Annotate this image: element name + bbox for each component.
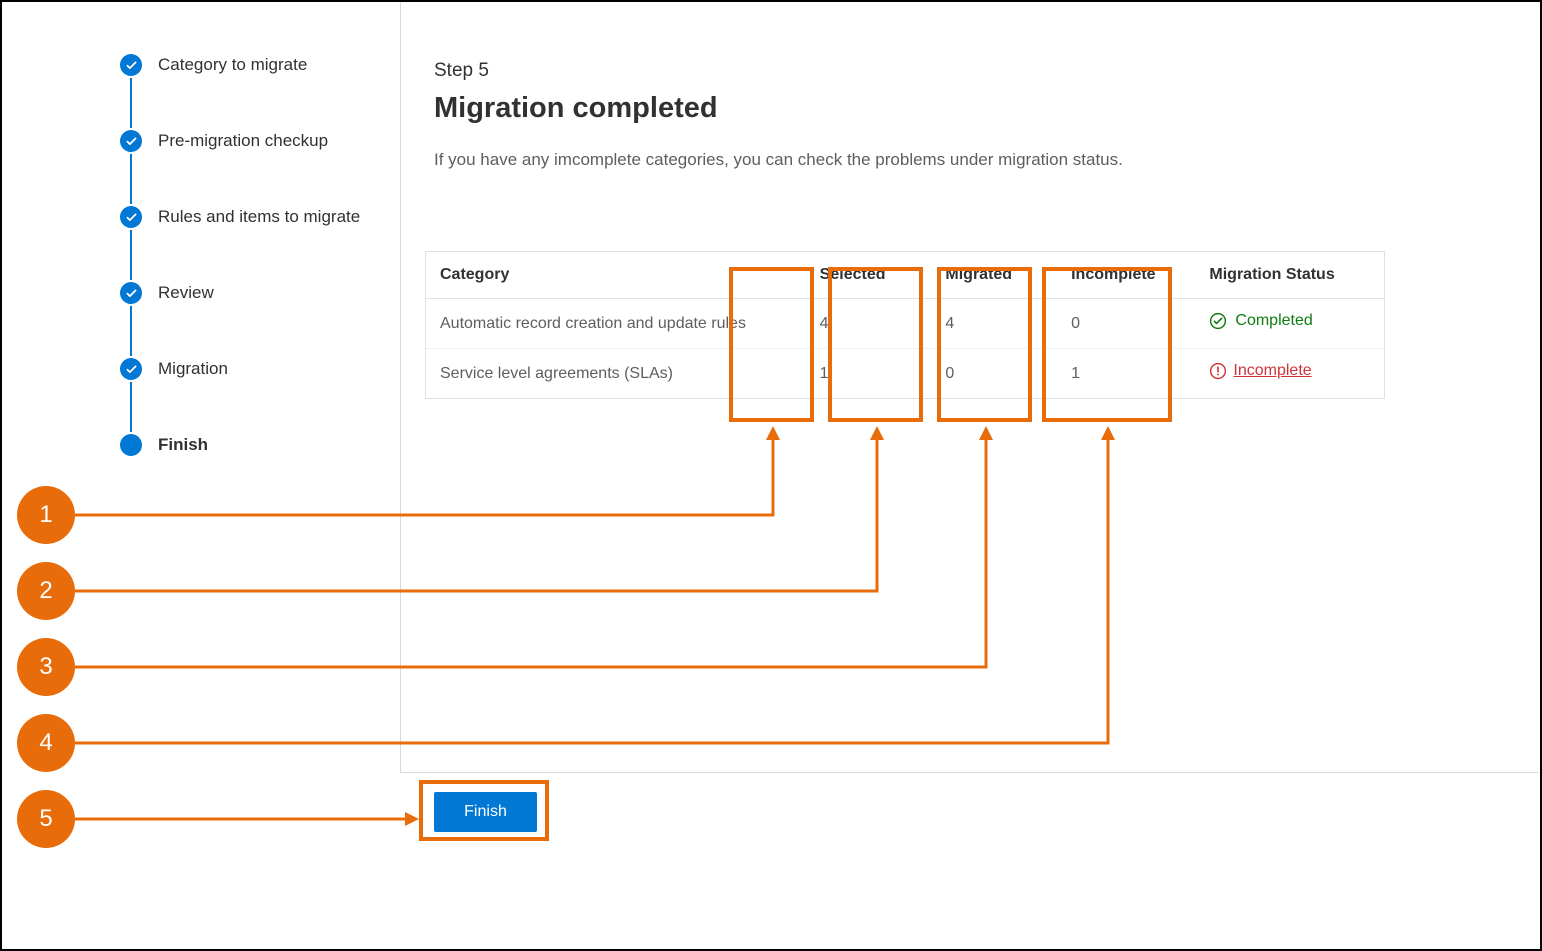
- annotation-arrows: [2, 2, 1542, 951]
- app-frame: Category to migrate Pre-migration checku…: [0, 0, 1542, 951]
